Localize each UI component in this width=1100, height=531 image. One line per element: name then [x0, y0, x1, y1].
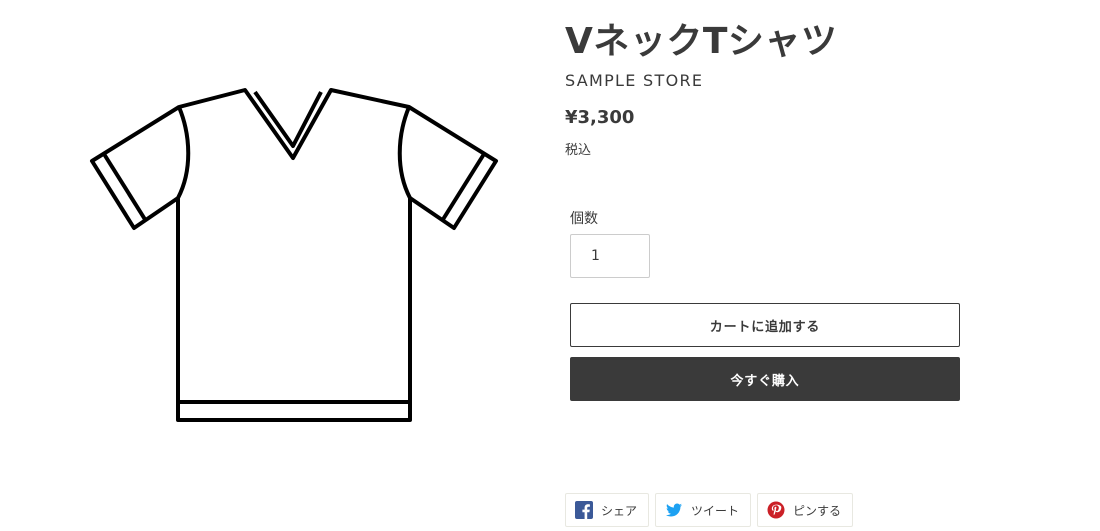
- facebook-icon: [575, 501, 593, 519]
- twitter-icon: [665, 501, 683, 519]
- product-price: ¥3,300: [565, 107, 635, 128]
- add-to-cart-button[interactable]: カートに追加する: [570, 303, 960, 347]
- share-pinterest-label: ピンする: [793, 503, 842, 518]
- product-image[interactable]: [88, 86, 500, 424]
- share-facebook-button[interactable]: シェア: [565, 493, 650, 527]
- social-share-row: シェア ツイート ピンする: [565, 493, 854, 527]
- product-title: VネックTシャツ: [565, 21, 838, 62]
- buy-now-button[interactable]: 今すぐ購入: [570, 357, 960, 401]
- quantity-input[interactable]: [570, 234, 650, 278]
- tax-note: 税込: [565, 143, 592, 158]
- share-pinterest-button[interactable]: ピンする: [757, 493, 854, 527]
- product-vendor: SAMPLE STORE: [565, 71, 704, 90]
- tshirt-icon: [90, 88, 498, 422]
- pinterest-icon: [767, 501, 785, 519]
- add-to-cart-label: カートに追加する: [709, 319, 821, 335]
- share-twitter-button[interactable]: ツイート: [655, 493, 752, 527]
- share-twitter-label: ツイート: [691, 503, 740, 518]
- quantity-label: 個数: [570, 211, 598, 227]
- share-facebook-label: シェア: [601, 503, 638, 518]
- buy-now-label: 今すぐ購入: [730, 373, 800, 389]
- product-page: VネックTシャツ SAMPLE STORE ¥3,300 税込 個数 カートに追…: [0, 0, 1100, 531]
